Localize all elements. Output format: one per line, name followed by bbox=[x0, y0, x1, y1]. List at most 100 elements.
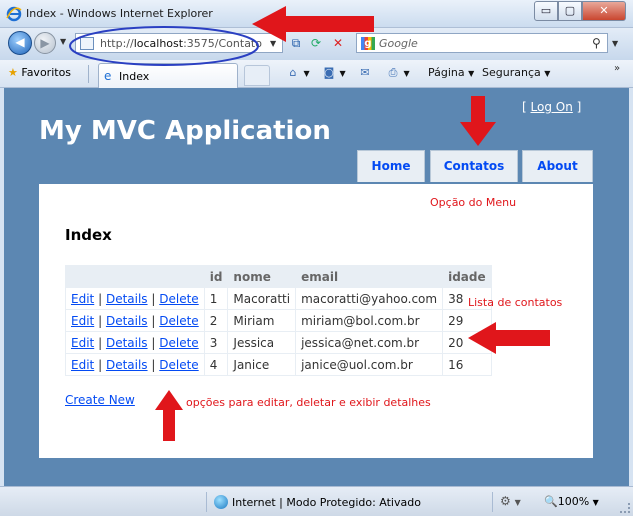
column-header-email: email bbox=[295, 265, 444, 288]
home-button[interactable]: ⌂ ▼ bbox=[286, 66, 310, 79]
star-icon: ★ bbox=[8, 66, 18, 79]
site-title: My MVC Application bbox=[39, 116, 331, 146]
cell-email: macoratti@yahoo.com bbox=[295, 287, 444, 310]
table-row: Edit | Details | Delete 1 Macoratti maco… bbox=[65, 287, 492, 310]
cell-id: 4 bbox=[203, 353, 229, 376]
separator: | bbox=[98, 357, 103, 372]
internet-explorer-icon bbox=[6, 6, 22, 22]
edit-link[interactable]: Edit bbox=[71, 292, 94, 306]
cell-email: janice@uol.com.br bbox=[295, 353, 444, 376]
row-actions: Edit | Details | Delete bbox=[65, 331, 205, 354]
page-title: Index bbox=[65, 226, 112, 244]
login-bracket-open: [ bbox=[522, 100, 527, 114]
delete-link[interactable]: Delete bbox=[159, 358, 198, 372]
maximize-button[interactable]: ▢ bbox=[558, 1, 582, 21]
separator: | bbox=[98, 313, 103, 328]
arrow-up-icon bbox=[155, 390, 183, 441]
separator: | bbox=[151, 357, 156, 372]
rss-icon: ◙ bbox=[323, 66, 335, 79]
separator: | bbox=[151, 291, 156, 306]
log-on-link[interactable]: Log On bbox=[531, 100, 573, 114]
home-icon: ⌂ bbox=[289, 66, 297, 79]
search-input[interactable]: Google bbox=[379, 37, 418, 50]
new-tab-button[interactable] bbox=[244, 65, 270, 86]
mail-button[interactable]: ✉ bbox=[358, 66, 372, 79]
details-link[interactable]: Details bbox=[106, 314, 148, 328]
minimize-button[interactable]: ▭ bbox=[534, 1, 558, 21]
delete-link[interactable]: Delete bbox=[159, 336, 198, 350]
edit-link[interactable]: Edit bbox=[71, 314, 94, 328]
cell-idade: 16 bbox=[442, 353, 492, 376]
page-menu-label: Página bbox=[428, 66, 465, 79]
security-menu-label: Segurança bbox=[482, 66, 541, 79]
security-menu[interactable]: Segurança ▼ bbox=[482, 66, 550, 79]
login-bracket-close: ] bbox=[576, 100, 582, 114]
row-actions: Edit | Details | Delete bbox=[65, 353, 205, 376]
zoom-label: 100% bbox=[557, 495, 590, 508]
page-viewport: [ Log On ] My MVC Application Home Conta… bbox=[4, 88, 629, 486]
edit-link[interactable]: Edit bbox=[71, 336, 94, 350]
search-icon[interactable]: ⚲ bbox=[592, 36, 601, 50]
cell-id: 3 bbox=[203, 331, 229, 354]
highlight-ellipse bbox=[69, 26, 259, 66]
menu-item-about[interactable]: About bbox=[522, 150, 593, 182]
login-display: [ Log On ] bbox=[522, 100, 581, 114]
favorites-label: Favoritos bbox=[21, 66, 72, 79]
details-link[interactable]: Details bbox=[106, 336, 148, 350]
search-options-dropdown-icon[interactable]: ▼ bbox=[612, 39, 618, 48]
annotation-menu-option: Opção do Menu bbox=[430, 196, 517, 209]
table-row: Edit | Details | Delete 4 Janice janice@… bbox=[65, 353, 492, 376]
printer-icon: ⎙ bbox=[388, 66, 398, 79]
create-new-link[interactable]: Create New bbox=[65, 393, 135, 407]
chevron-right-icon[interactable]: » bbox=[614, 63, 620, 74]
feeds-button[interactable]: ◙ ▼ bbox=[322, 66, 346, 79]
arrow-right-icon: ▶ bbox=[40, 36, 50, 50]
forward-button[interactable]: ▶ bbox=[34, 32, 56, 54]
security-zone[interactable]: Internet | Modo Protegido: Ativado bbox=[214, 495, 421, 509]
settings-gear-icon[interactable]: ⚙ ▼ bbox=[500, 494, 521, 508]
table-row: Edit | Details | Delete 2 Miriam miriam@… bbox=[65, 309, 492, 332]
menu-item-home[interactable]: Home bbox=[357, 150, 425, 182]
minimize-icon: ▭ bbox=[540, 4, 552, 17]
resize-grip[interactable] bbox=[620, 503, 630, 513]
separator: | bbox=[98, 335, 103, 350]
cell-nome: Miriam bbox=[227, 309, 297, 332]
main-content: Index id nome email idade Edit | Details bbox=[39, 184, 593, 458]
edit-link[interactable]: Edit bbox=[71, 358, 94, 372]
mail-icon: ✉ bbox=[360, 66, 370, 79]
zoom-level[interactable]: 🔍100% ▼ bbox=[544, 495, 599, 508]
separator: | bbox=[151, 313, 156, 328]
details-link[interactable]: Details bbox=[106, 358, 148, 372]
details-link[interactable]: Details bbox=[106, 292, 148, 306]
close-button[interactable]: ✕ bbox=[582, 1, 626, 21]
window-title: Index - Windows Internet Explorer bbox=[26, 7, 213, 20]
globe-icon bbox=[214, 495, 228, 509]
back-button[interactable]: ◀ bbox=[8, 31, 32, 55]
arrow-left-icon bbox=[468, 322, 550, 354]
arrow-left-icon bbox=[252, 6, 374, 42]
row-actions: Edit | Details | Delete bbox=[65, 287, 205, 310]
zone-label: Internet | Modo Protegido: Ativado bbox=[232, 496, 421, 509]
row-actions: Edit | Details | Delete bbox=[65, 309, 205, 332]
search-box[interactable]: g Google bbox=[356, 33, 608, 53]
print-button[interactable]: ⎙ ▼ bbox=[386, 66, 410, 80]
delete-link[interactable]: Delete bbox=[159, 292, 198, 306]
table-row: Edit | Details | Delete 3 Jessica jessic… bbox=[65, 331, 492, 354]
cell-id: 2 bbox=[203, 309, 229, 332]
page-menu[interactable]: Página ▼ bbox=[428, 66, 474, 79]
cell-email: miriam@bol.com.br bbox=[295, 309, 444, 332]
arrow-left-icon: ◀ bbox=[15, 35, 25, 49]
delete-link[interactable]: Delete bbox=[159, 314, 198, 328]
cell-email: jessica@net.com.br bbox=[295, 331, 444, 354]
menu-item-contatos[interactable]: Contatos bbox=[430, 150, 518, 182]
annotation-contact-list: Lista de contatos bbox=[468, 296, 563, 309]
maximize-icon: ▢ bbox=[564, 4, 576, 17]
internet-explorer-icon: e bbox=[104, 69, 112, 83]
separator: | bbox=[151, 335, 156, 350]
contacts-table: id nome email idade Edit | Details | Del… bbox=[65, 265, 492, 376]
favorites-button[interactable]: ★ Favoritos bbox=[8, 66, 71, 79]
close-icon: ✕ bbox=[599, 4, 609, 17]
status-bar: Internet | Modo Protegido: Ativado ⚙ ▼ 🔍… bbox=[0, 486, 633, 516]
cell-nome: Macoratti bbox=[227, 287, 297, 310]
column-header-actions bbox=[65, 265, 205, 288]
